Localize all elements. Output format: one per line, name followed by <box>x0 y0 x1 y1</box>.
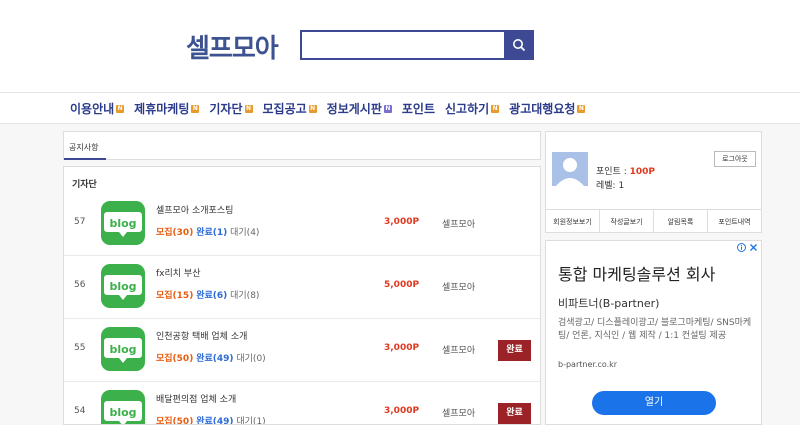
new-badge: N <box>244 104 253 113</box>
row-title[interactable]: fx리치 부산 <box>156 266 200 279</box>
new-badge: N <box>577 104 586 113</box>
ad-choices[interactable] <box>737 243 758 252</box>
user-panel: 포인트 : 100P 레벨: 1 로그아웃 회원정보보기 작성글보기 알림목록 … <box>545 131 762 233</box>
row-title[interactable]: 인천공항 택배 업체 소개 <box>156 329 247 342</box>
close-icon[interactable] <box>749 243 758 252</box>
menu-notifications[interactable]: 알림목록 <box>654 210 708 233</box>
new-badge: N <box>308 104 317 113</box>
row-author: 셀프모아 <box>442 346 476 356</box>
complete-button[interactable]: 완료 <box>498 403 531 424</box>
blog-icon: blog <box>101 201 145 245</box>
nav-list: 이용안내 N 제휴마케팅 N 기자단 N 모집공고 N 정보게시판 N 포인트 신고하기 N… <box>70 100 595 117</box>
nav-item-affiliate[interactable]: 제휴마케팅 N <box>134 100 200 117</box>
row-points: 5,000P <box>384 280 420 290</box>
list-title: 기자단 <box>72 180 97 190</box>
row-number: 54 <box>74 406 86 416</box>
avatar <box>552 152 588 186</box>
menu-point-history[interactable]: 포인트내역 <box>708 210 761 233</box>
blog-icon: blog <box>101 327 145 371</box>
ad-url[interactable]: b-partner.co.kr <box>558 360 617 369</box>
info-icon[interactable] <box>737 243 746 252</box>
new-badge: N <box>116 104 125 113</box>
new-badge: N <box>491 104 500 113</box>
row-points: 3,000P <box>384 217 420 227</box>
logout-button[interactable]: 로그아웃 <box>714 151 756 167</box>
table-row[interactable]: 54 blog 배달편의점 업체 소개 모집(50) 완료(49) 대기(1) … <box>64 382 540 425</box>
svg-text:blog: blog <box>109 217 136 230</box>
search-button[interactable] <box>504 30 534 60</box>
row-title[interactable]: 셀프모아 소개포스팅 <box>156 203 233 216</box>
user-level: 레벨: 1 <box>596 181 625 191</box>
nav-item-reporters[interactable]: 기자단 N <box>209 100 253 117</box>
row-author: 셀프모아 <box>442 283 476 293</box>
reporter-list-panel: 기자단 57 blog 셀프모아 소개포스팅 모집(30) 완료(1) 대기(4… <box>63 166 541 425</box>
row-number: 55 <box>74 343 86 353</box>
site-logo[interactable]: 셀프모아 <box>186 28 279 65</box>
svg-text:blog: blog <box>109 343 136 356</box>
row-title[interactable]: 배달편의점 업체 소개 <box>156 392 236 405</box>
tab-active-indicator <box>64 158 106 160</box>
blog-icon: blog <box>101 390 145 424</box>
nav-item-ad-request[interactable]: 광고대행요청 N <box>509 100 586 117</box>
blog-icon: blog <box>101 264 145 308</box>
nav-item-report[interactable]: 신고하기 N <box>445 100 500 117</box>
table-row[interactable]: 57 blog 셀프모아 소개포스팅 모집(30) 완료(1) 대기(4) 3,… <box>64 193 540 256</box>
new-badge: N <box>383 104 392 113</box>
row-number: 57 <box>74 217 86 227</box>
complete-button[interactable]: 완료 <box>498 340 531 361</box>
ad-description: 검색광고/ 디스플레이광고/ 블로그마케팅/ SNS마케팅/ 언론, 지식인 /… <box>558 318 752 341</box>
ad-title[interactable]: 통합 마케팅솔루션 회사 <box>558 261 715 285</box>
row-stats: 모집(15) 완료(6) 대기(8) <box>156 291 260 301</box>
row-author: 셀프모아 <box>442 409 476 419</box>
search-input[interactable] <box>300 30 504 60</box>
table-row[interactable]: 56 blog fx리치 부산 모집(15) 완료(6) 대기(8) 5,000… <box>64 256 540 319</box>
nav-item-info-board[interactable]: 정보게시판 N <box>327 100 392 117</box>
row-stats: 모집(50) 완료(49) 대기(0) <box>156 354 266 364</box>
row-points: 3,000P <box>384 406 420 416</box>
svg-text:blog: blog <box>109 406 136 419</box>
ad-banner[interactable]: 통합 마케팅솔루션 회사 비파트너(B-partner) 검색광고/ 디스플레이… <box>545 240 762 425</box>
row-author: 셀프모아 <box>442 220 476 230</box>
ad-advertiser: 비파트너(B-partner) <box>558 297 660 310</box>
nav-item-recruit[interactable]: 모집공고 N <box>263 100 317 117</box>
search-bar <box>300 30 534 60</box>
tab-notice[interactable]: 공지사항 <box>69 142 98 153</box>
svg-text:blog: blog <box>109 280 136 293</box>
user-points: 포인트 : 100P <box>596 167 655 177</box>
row-stats: 모집(50) 완료(49) 대기(1) <box>156 417 266 425</box>
menu-member-info[interactable]: 회원정보보기 <box>546 210 600 233</box>
ad-open-button[interactable]: 열기 <box>592 391 716 415</box>
search-icon <box>513 39 526 52</box>
user-silhouette-icon <box>556 158 584 186</box>
user-menu: 회원정보보기 작성글보기 알림목록 포인트내역 <box>546 209 761 233</box>
menu-my-posts[interactable]: 작성글보기 <box>600 210 654 233</box>
header: 셀프모아 <box>0 0 800 92</box>
notice-panel: 공지사항 <box>63 131 541 160</box>
main-nav: 이용안내 N 제휴마케팅 N 기자단 N 모집공고 N 정보게시판 N 포인트 신고하기 N… <box>0 92 800 124</box>
row-number: 56 <box>74 280 86 290</box>
nav-item-points[interactable]: 포인트 <box>402 100 435 117</box>
nav-item-guide[interactable]: 이용안내 N <box>70 100 125 117</box>
table-row[interactable]: 55 blog 인천공항 택배 업체 소개 모집(50) 완료(49) 대기(0… <box>64 319 540 382</box>
new-badge: N <box>191 104 200 113</box>
row-stats: 모집(30) 완료(1) 대기(4) <box>156 228 260 238</box>
row-points: 3,000P <box>384 343 420 353</box>
